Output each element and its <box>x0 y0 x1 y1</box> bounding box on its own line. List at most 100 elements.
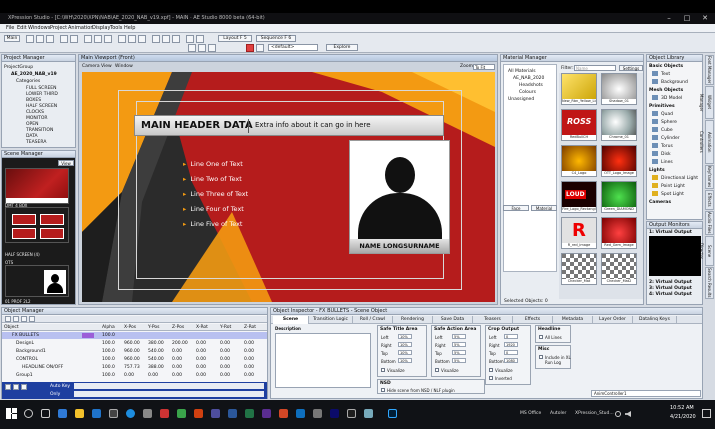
folder-icon[interactable] <box>75 409 84 418</box>
mesh-objects-header[interactable]: Mesh Objects <box>649 87 683 95</box>
category-item[interactable]: LOWER THIRD <box>26 92 58 97</box>
layout-tab[interactable]: Layout F 5 <box>218 35 252 42</box>
side-tab-effects[interactable]: Effects <box>705 190 714 210</box>
tab-metadata[interactable]: Metadata <box>553 316 593 324</box>
col-header[interactable]: Alpha <box>102 325 115 330</box>
tab-scene[interactable]: Scene <box>273 316 309 324</box>
menu-project[interactable]: Project <box>50 25 67 31</box>
main-mode-button[interactable]: Main <box>4 35 20 42</box>
safe-action-left-field[interactable]: 5% <box>452 334 466 339</box>
mail-icon[interactable] <box>92 409 101 418</box>
col-header[interactable]: Z-Pos <box>172 325 184 330</box>
material-node[interactable]: All Materials <box>508 69 536 74</box>
app-icon[interactable] <box>211 409 220 418</box>
category-item[interactable]: MONITOR <box>26 116 48 121</box>
align-right-icon[interactable] <box>172 35 180 43</box>
output-monitor[interactable]: 1: Virtual Output <box>649 230 692 235</box>
app-icon[interactable] <box>330 409 339 418</box>
output-monitor[interactable]: 2: Virtual Output <box>649 280 692 285</box>
category-item[interactable]: TRANSITION <box>26 128 53 133</box>
notifications-icon[interactable] <box>702 409 711 418</box>
maximize-button[interactable]: □ <box>678 13 696 24</box>
record-icon[interactable] <box>246 44 254 52</box>
align-center-icon[interactable] <box>162 35 170 43</box>
app-icon[interactable] <box>143 409 152 418</box>
app-icon[interactable] <box>177 409 186 418</box>
output-monitor[interactable]: 4: Virtual Output <box>649 292 692 297</box>
lights-header[interactable]: Lights <box>649 167 665 175</box>
app-icon[interactable] <box>313 409 322 418</box>
office-icon[interactable] <box>194 409 203 418</box>
tab-save-data[interactable]: Save Data <box>433 316 473 324</box>
menu-display[interactable]: Display <box>92 25 110 31</box>
library-item-lines[interactable]: Lines <box>652 159 673 167</box>
undo-icon[interactable] <box>60 35 68 43</box>
app-icon[interactable] <box>262 409 271 418</box>
basic-objects-header[interactable]: Basic Objects <box>649 63 683 71</box>
timeline-track[interactable] <box>74 391 264 397</box>
category-item[interactable]: CLOCKS <box>26 110 44 115</box>
lock-icon[interactable] <box>29 316 35 322</box>
preview-icon[interactable] <box>256 44 264 52</box>
tab-teasers[interactable]: Teasers <box>473 316 513 324</box>
play-icon[interactable] <box>5 384 11 390</box>
viewport-tab-view[interactable]: View <box>101 64 112 69</box>
library-item-cube[interactable]: Cube <box>652 127 673 135</box>
col-header[interactable]: Y-Pos <box>148 325 160 330</box>
crop-visualize-checkbox[interactable] <box>489 368 493 372</box>
move-icon[interactable] <box>118 35 126 43</box>
crop-right-field[interactable]: 1920 <box>504 342 518 347</box>
cameras-header[interactable]: Cameras <box>649 199 671 207</box>
snap-icon[interactable] <box>196 35 204 43</box>
bullet-line[interactable]: ▸ Line Four of Text <box>183 205 244 213</box>
material-tile[interactable]: LOUD Fire_Logo_Rectangl <box>561 181 597 213</box>
library-item-directional-light[interactable]: Directional Light <box>652 175 698 183</box>
grid-icon[interactable] <box>186 35 194 43</box>
material-node[interactable]: AE_NAB_2020 <box>513 76 544 81</box>
tab-rendering[interactable]: Rendering <box>393 316 433 324</box>
library-item-background[interactable]: Background <box>652 79 688 87</box>
save-icon[interactable] <box>46 35 54 43</box>
category-item[interactable]: FULL SCREEN <box>26 86 57 91</box>
categories-node[interactable]: Categories <box>16 79 40 84</box>
library-item-torus[interactable]: Torus <box>652 143 673 151</box>
material-tab[interactable]: Material <box>531 205 557 211</box>
safe-action-top-field[interactable]: 5% <box>452 350 466 355</box>
menu-edit[interactable]: Edit <box>17 25 27 31</box>
photoshop-icon[interactable] <box>388 409 397 418</box>
store-icon[interactable] <box>109 409 118 418</box>
online-icon[interactable] <box>208 44 216 52</box>
col-header[interactable]: Z-Rot <box>244 325 256 330</box>
category-item[interactable]: DATA <box>26 134 38 139</box>
material-node[interactable]: Headshots <box>519 83 543 88</box>
material-tile[interactable]: New_Rbn_Yellow_Lin <box>561 73 597 105</box>
add-icon[interactable] <box>5 316 11 322</box>
menu-file[interactable]: File <box>6 25 14 31</box>
scale-icon[interactable] <box>138 35 146 43</box>
table-row[interactable]: HEADLINE ON/OFF 100.0 757.73 388.00 0.00… <box>2 364 267 371</box>
safe-title-top-field[interactable]: 10% <box>398 350 412 355</box>
task-view-icon[interactable] <box>41 409 50 418</box>
library-item-quad[interactable]: Quad <box>652 111 673 119</box>
bullet-line[interactable]: ▸ Line One of Text <box>183 160 243 168</box>
tab-transition-logic[interactable]: Transition Logic <box>309 316 353 324</box>
nsd-hide-checkbox[interactable] <box>381 388 385 392</box>
col-header[interactable]: X-Pos <box>124 325 136 330</box>
stop-icon[interactable] <box>13 384 19 390</box>
side-tab-search-results[interactable]: Search Results <box>705 267 714 299</box>
scene-thumbnail[interactable] <box>5 168 69 204</box>
scene-view-button[interactable]: View <box>58 160 74 166</box>
library-item-spot-light[interactable]: Spot Light <box>652 191 684 199</box>
safe-action-bottom-field[interactable]: 5% <box>452 358 466 363</box>
word-icon[interactable] <box>228 409 237 418</box>
scene-thumbnail[interactable] <box>5 207 69 243</box>
skype-icon[interactable] <box>126 409 135 418</box>
app-icon[interactable] <box>296 409 305 418</box>
settings-button[interactable]: Settings <box>619 65 643 71</box>
safe-action-visualize-checkbox[interactable] <box>435 368 439 372</box>
menu-animation[interactable]: Animation <box>68 25 94 31</box>
material-node[interactable]: Unassigned <box>508 97 534 102</box>
col-header[interactable]: Object <box>4 325 19 330</box>
anim-controller-field[interactable]: AnimController1 <box>591 390 701 397</box>
render-canvas[interactable]: MAIN HEADER DATA Extra info about it can… <box>82 72 495 302</box>
